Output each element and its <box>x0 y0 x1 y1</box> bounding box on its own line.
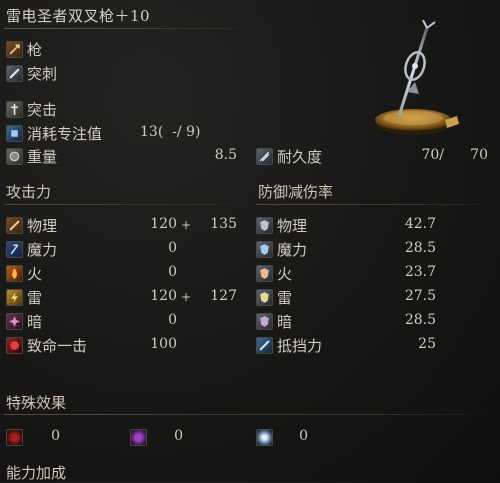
attack-label: 雷 <box>27 288 43 307</box>
magic-defense-icon <box>256 240 273 258</box>
lightning-icon <box>6 288 23 306</box>
durability-icon <box>256 147 273 165</box>
attack-label: 致命一击 <box>27 336 88 355</box>
attack-plus: + <box>181 290 192 304</box>
attack-row-critical: 致命一击 <box>6 336 88 355</box>
effect-item-poison <box>130 428 151 446</box>
weight-value: 8.5 <box>214 147 237 163</box>
dark-icon <box>6 312 23 330</box>
scaling-section-title: 能力加成 <box>6 464 67 482</box>
weight-icon <box>6 147 23 165</box>
durability-row: 耐久度 <box>256 147 323 166</box>
durability-max: 70 <box>470 147 488 163</box>
fire-defense-icon <box>256 264 273 282</box>
weapon-image <box>365 19 465 142</box>
skill-row: 突击 <box>6 100 58 119</box>
defense-row-physical: 物理 <box>256 216 308 235</box>
attack-base: 0 <box>168 240 177 256</box>
defense-value: 28.5 <box>404 240 436 256</box>
weapon-type: 枪 <box>27 40 43 59</box>
attack-bonus: 127 <box>210 288 237 304</box>
effect-value: 0 <box>174 428 183 444</box>
attack-row-magic: 魔力 <box>6 240 58 259</box>
attack-type-row: 突刺 <box>6 64 58 83</box>
attack-label: 火 <box>27 264 43 283</box>
attack-row-physical: 物理 <box>6 216 58 235</box>
weight-label: 重量 <box>27 147 58 166</box>
physical-defense-icon <box>256 216 273 234</box>
fire-icon <box>6 264 23 282</box>
attack-section-title: 攻击力 <box>6 183 52 201</box>
effect-item-frost <box>256 428 277 446</box>
lightning-defense-icon <box>256 288 273 306</box>
attack-row-dark: 暗 <box>6 312 43 331</box>
weight-row: 重量 <box>6 147 58 166</box>
critical-icon <box>6 336 23 354</box>
skill-name: 突击 <box>27 100 58 119</box>
defense-label: 火 <box>277 264 293 283</box>
defense-value: 27.5 <box>404 288 436 304</box>
defense-label: 抵挡力 <box>277 336 323 355</box>
attack-base: 0 <box>168 264 177 280</box>
effects-divider <box>4 414 492 415</box>
weapon-type-row: 枪 <box>6 40 43 59</box>
defense-row-stability: 抵挡力 <box>256 336 323 355</box>
attack-label: 暗 <box>27 312 43 331</box>
defense-row-magic: 魔力 <box>256 240 308 259</box>
thrust-icon <box>6 64 23 82</box>
defense-label: 暗 <box>277 312 293 331</box>
frost-icon <box>256 428 273 446</box>
defense-value: 28.5 <box>404 312 436 328</box>
fp-icon <box>6 124 23 142</box>
dark-defense-icon <box>256 312 273 330</box>
physical-icon <box>6 216 23 234</box>
defense-label: 雷 <box>277 288 293 307</box>
attack-row-fire: 火 <box>6 264 43 283</box>
defense-value: 25 <box>418 336 436 352</box>
defense-value: 42.7 <box>404 216 436 232</box>
effect-value: 0 <box>299 428 308 444</box>
attack-base: 100 <box>150 336 177 352</box>
effect-value: 0 <box>51 428 60 444</box>
fp-value: 13( -/ 9) <box>140 124 201 140</box>
attack-plus: + <box>181 218 192 232</box>
defense-value: 23.7 <box>404 264 436 280</box>
attack-label: 物理 <box>27 216 58 235</box>
title-divider <box>4 28 254 29</box>
fp-label: 消耗专注值 <box>27 124 103 143</box>
stability-icon <box>256 336 273 354</box>
attack-row-lightning: 雷 <box>6 288 43 307</box>
effects-section-title: 特殊效果 <box>6 394 67 412</box>
attack-base: 0 <box>168 312 177 328</box>
attack-base: 120 <box>150 216 177 232</box>
attack-label: 魔力 <box>27 240 58 259</box>
skill-icon <box>6 100 23 118</box>
spear-icon <box>6 40 23 58</box>
durability-current: 70/ <box>421 147 444 163</box>
durability-label: 耐久度 <box>277 147 323 166</box>
weapon-name: 雷电圣者双叉枪＋10 <box>6 7 151 25</box>
attack-bonus: 135 <box>210 216 237 232</box>
defense-section-title: 防御减伤率 <box>258 183 334 201</box>
defense-divider <box>256 204 492 205</box>
poison-icon <box>130 428 147 446</box>
fp-row: 消耗专注值 <box>6 124 103 143</box>
magic-icon <box>6 240 23 258</box>
defense-row-lightning: 雷 <box>256 288 293 307</box>
bleed-icon <box>6 428 23 446</box>
effect-item-bleed <box>6 428 27 446</box>
defense-row-fire: 火 <box>256 264 293 283</box>
attack-base: 120 <box>150 288 177 304</box>
attack-divider <box>4 204 244 205</box>
attack-type: 突刺 <box>27 64 58 83</box>
defense-label: 物理 <box>277 216 308 235</box>
defense-label: 魔力 <box>277 240 308 259</box>
defense-row-dark: 暗 <box>256 312 293 331</box>
